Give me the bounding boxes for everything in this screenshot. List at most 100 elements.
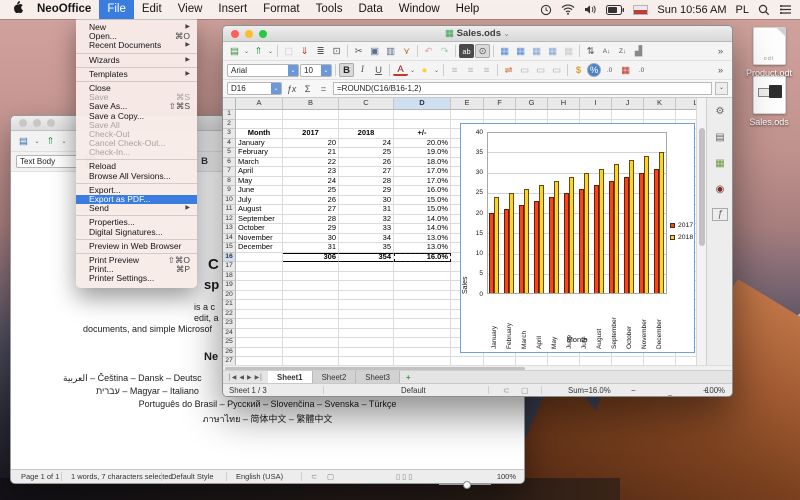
cell-I27[interactable] bbox=[580, 357, 612, 365]
row-header-17[interactable]: 17 bbox=[223, 262, 236, 272]
page-style[interactable]: Default Style bbox=[171, 470, 214, 484]
cell-D14[interactable]: 13.0% bbox=[394, 234, 451, 244]
col-header-B[interactable]: B bbox=[283, 98, 339, 110]
menu-item-digital-signatures[interactable]: Digital Signatures... bbox=[76, 228, 197, 237]
vertical-scrollbar[interactable] bbox=[696, 98, 706, 365]
align-center-icon[interactable]: ≡ bbox=[463, 63, 478, 77]
cell-B3[interactable]: 2017 bbox=[283, 129, 339, 139]
row-header-25[interactable]: 25 bbox=[223, 338, 236, 348]
cell-A25[interactable] bbox=[236, 338, 283, 348]
cell-I1[interactable] bbox=[580, 110, 612, 120]
cell-D24[interactable] bbox=[394, 329, 451, 339]
row-header-16[interactable]: 16 bbox=[223, 253, 236, 263]
cell-A7[interactable]: April bbox=[236, 167, 283, 177]
sheet-tab-sheet3[interactable]: Sheet3 bbox=[356, 371, 400, 383]
row-header-3[interactable]: 3 bbox=[223, 129, 236, 139]
horizontal-scrollbar[interactable] bbox=[223, 365, 732, 370]
cell-D13[interactable]: 14.0% bbox=[394, 224, 451, 234]
paste-icon[interactable]: ▥ bbox=[383, 44, 398, 58]
cell-C25[interactable] bbox=[339, 338, 394, 348]
prev-sheet-icon[interactable]: ◀ bbox=[239, 374, 244, 381]
row-header-8[interactable]: 8 bbox=[223, 177, 236, 187]
sheet-tab-sheet2[interactable]: Sheet2 bbox=[313, 371, 357, 383]
merge-cells-icon[interactable]: ▭ bbox=[517, 63, 532, 77]
cell-E27[interactable] bbox=[451, 357, 484, 365]
chevron-down-icon[interactable]: ⌄ bbox=[501, 29, 510, 38]
battery-icon[interactable] bbox=[606, 5, 624, 15]
cell-C8[interactable]: 28 bbox=[339, 177, 394, 187]
find-replace-icon[interactable]: ab bbox=[459, 44, 474, 58]
cell-B15[interactable]: 31 bbox=[283, 243, 339, 253]
cell-D25[interactable] bbox=[394, 338, 451, 348]
cell-D3[interactable]: +/- bbox=[394, 129, 451, 139]
cell-A1[interactable] bbox=[236, 110, 283, 120]
font-name-select[interactable]: Arial ⌄ bbox=[227, 64, 299, 77]
new-document-icon[interactable]: ▤ bbox=[227, 44, 242, 58]
italic-icon[interactable]: I bbox=[355, 63, 370, 77]
input-source-flag-icon[interactable] bbox=[633, 5, 648, 15]
cell-B9[interactable]: 25 bbox=[283, 186, 339, 196]
col-header-F[interactable]: F bbox=[484, 98, 516, 110]
sidebar-functions-icon[interactable]: ƒ bbox=[712, 208, 728, 221]
underline-icon[interactable]: U bbox=[371, 63, 386, 77]
row-header-20[interactable]: 20 bbox=[223, 291, 236, 301]
cell-J1[interactable] bbox=[612, 110, 644, 120]
cell-D23[interactable] bbox=[394, 319, 451, 329]
row-header-27[interactable]: 27 bbox=[223, 357, 236, 365]
chevron-down-icon[interactable]: ⌄ bbox=[409, 63, 416, 77]
cell-B26[interactable] bbox=[283, 348, 339, 358]
cell-C1[interactable] bbox=[339, 110, 394, 120]
sidebar-gallery-icon[interactable]: ▦ bbox=[712, 156, 728, 171]
row-header-18[interactable]: 18 bbox=[223, 272, 236, 282]
cell-C10[interactable]: 30 bbox=[339, 196, 394, 206]
insert-row-icon[interactable]: ▦ bbox=[497, 44, 512, 58]
cell-C9[interactable]: 29 bbox=[339, 186, 394, 196]
cell-A18[interactable] bbox=[236, 272, 283, 282]
cell-C14[interactable]: 34 bbox=[339, 234, 394, 244]
volume-icon[interactable] bbox=[584, 4, 597, 15]
text-language[interactable]: English (USA) bbox=[236, 470, 283, 484]
cell-B7[interactable]: 23 bbox=[283, 167, 339, 177]
col-header-A[interactable]: A bbox=[236, 98, 283, 110]
zoom-slider[interactable] bbox=[641, 390, 699, 397]
chevron-down-icon[interactable]: ⌄ bbox=[271, 83, 281, 94]
calc-window[interactable]: ▦ Sales.ods ⌄ ▤ ⌄ ⇑ ⌄ ▢ ⇓ ≣ ⊡ ✂ ▣ ▥ ⋎ ↶ … bbox=[222, 25, 733, 397]
cell-D8[interactable]: 17.0% bbox=[394, 177, 451, 187]
menu-item-browse-all-versions[interactable]: Browse All Versions... bbox=[76, 172, 197, 181]
menu-item-templates[interactable]: Templates▶ bbox=[76, 70, 197, 79]
cell-C12[interactable]: 32 bbox=[339, 215, 394, 225]
percent-format-icon[interactable]: % bbox=[587, 63, 601, 77]
save-icon[interactable]: ⇑ bbox=[43, 134, 58, 148]
menu-bar-clock[interactable]: Sun 10:56 AM bbox=[657, 4, 726, 16]
cell-K27[interactable] bbox=[644, 357, 676, 365]
cell-L1[interactable] bbox=[676, 110, 696, 120]
cell-A16[interactable] bbox=[236, 253, 283, 263]
spotlight-search-icon[interactable] bbox=[758, 4, 770, 16]
cell-F27[interactable] bbox=[484, 357, 516, 365]
row-header-9[interactable]: 9 bbox=[223, 186, 236, 196]
row-header-7[interactable]: 7 bbox=[223, 167, 236, 177]
col-header-J[interactable]: J bbox=[612, 98, 644, 110]
menu-item-printer-settings[interactable]: Printer Settings... bbox=[76, 274, 197, 283]
cell-C3[interactable]: 2018 bbox=[339, 129, 394, 139]
chevron-down-icon[interactable]: ⌄ bbox=[433, 63, 440, 77]
row-header-6[interactable]: 6 bbox=[223, 158, 236, 168]
scrollbar-thumb[interactable] bbox=[225, 367, 525, 370]
cell-C5[interactable]: 25 bbox=[339, 148, 394, 158]
cell-C24[interactable] bbox=[339, 329, 394, 339]
cell-B25[interactable] bbox=[283, 338, 339, 348]
chart-object[interactable]: 0510152025303540JanuaryFebruaryMarchApri… bbox=[460, 123, 695, 353]
toolbar-overflow-icon[interactable]: » bbox=[713, 44, 728, 58]
zoom-out-icon[interactable]: − bbox=[631, 384, 636, 397]
apple-menu-icon[interactable] bbox=[0, 0, 29, 19]
notification-center-icon[interactable] bbox=[779, 4, 792, 15]
sheet-tab-sheet1[interactable]: Sheet1 bbox=[268, 371, 313, 383]
menu-file[interactable]: File bbox=[99, 0, 134, 19]
cell-C23[interactable] bbox=[339, 319, 394, 329]
cell-C17[interactable] bbox=[339, 262, 394, 272]
cell-B20[interactable] bbox=[283, 291, 339, 301]
zoom-slider[interactable] bbox=[439, 476, 491, 490]
cell-A21[interactable] bbox=[236, 300, 283, 310]
cell-D5[interactable]: 19.0% bbox=[394, 148, 451, 158]
cell-B17[interactable] bbox=[283, 262, 339, 272]
